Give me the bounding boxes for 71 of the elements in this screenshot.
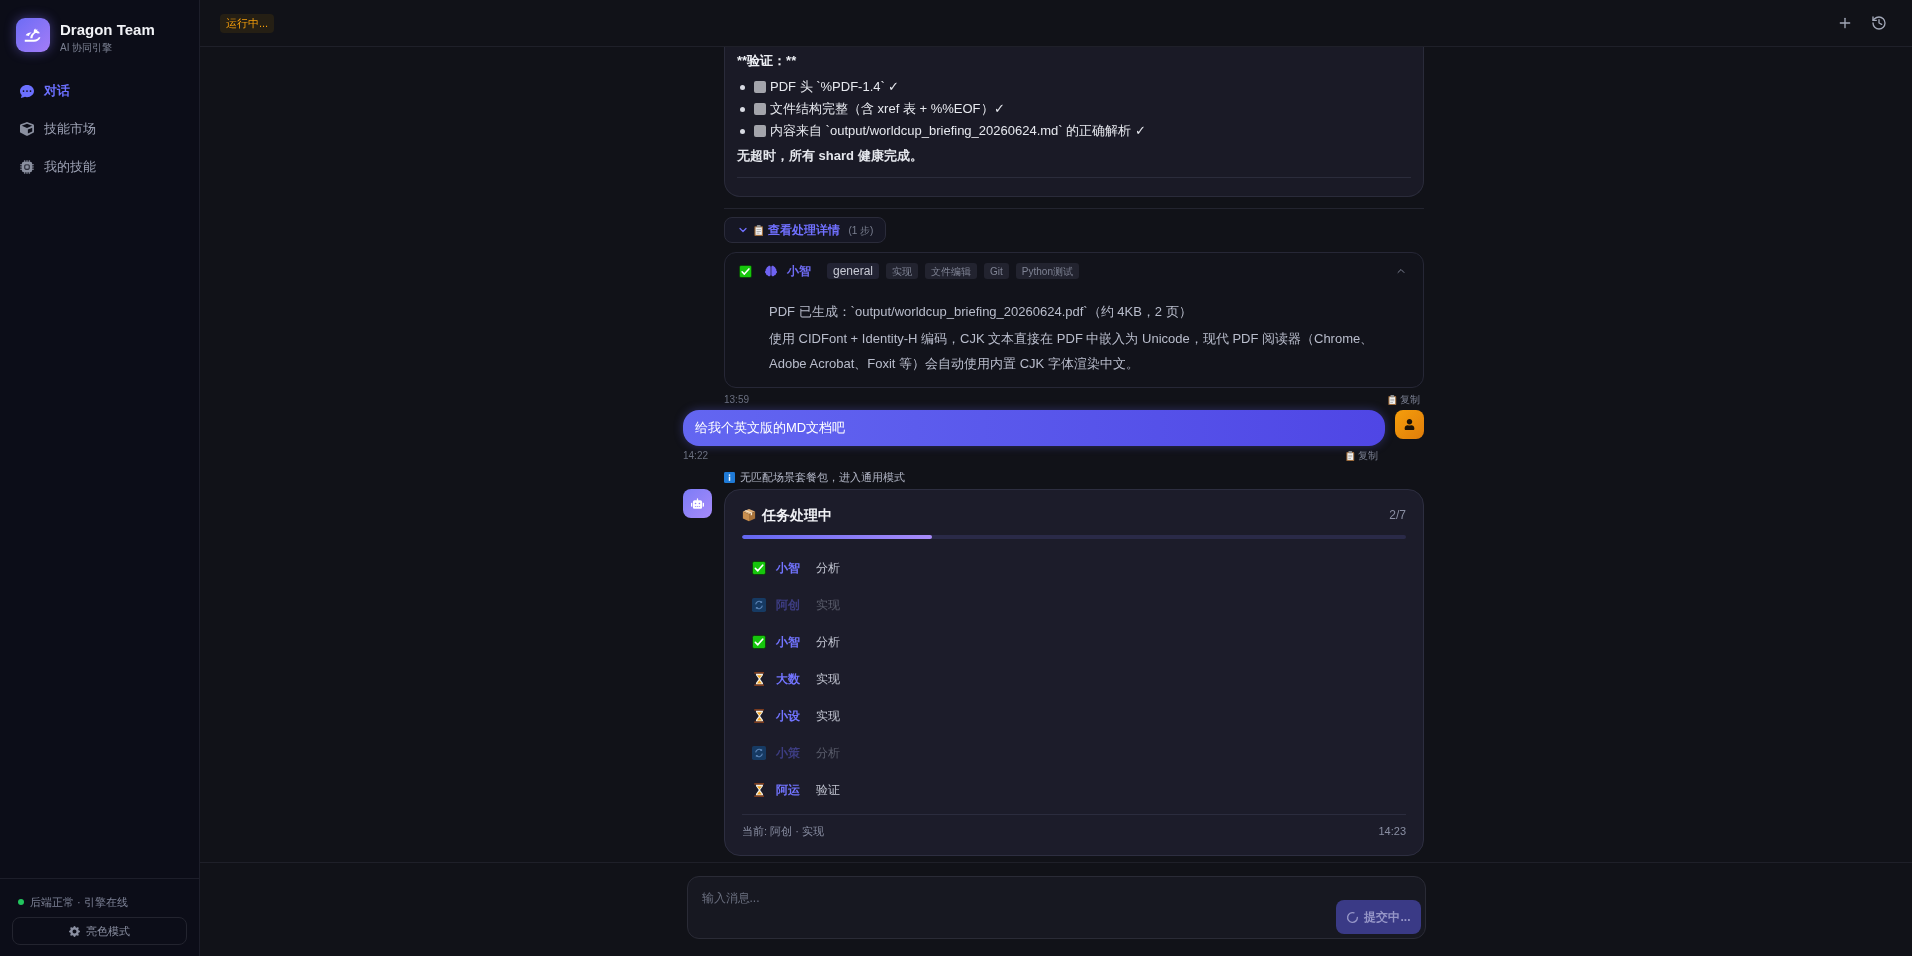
notice-text: 无匹配场景套餐包，进入通用模式 — [740, 470, 905, 485]
task-action: 分析 — [816, 633, 840, 651]
gear-icon — [69, 925, 80, 937]
bullet-icon — [740, 128, 745, 134]
nav-item[interactable]: 对话 — [12, 74, 187, 108]
status-text: 后端正常 · 引擎在线 — [30, 895, 128, 910]
status-badge: 运行中... — [220, 13, 275, 33]
task-action: 实现 — [816, 670, 840, 688]
clipboard-icon — [1346, 451, 1355, 461]
brand-title: Dragon Team — [60, 21, 155, 39]
person-avatar-icon — [1395, 410, 1424, 439]
task-action: 实现 — [816, 707, 840, 725]
info-icon — [724, 471, 735, 483]
details-toggle-button[interactable]: 查看处理详情 (1 步) — [724, 217, 887, 243]
user-message-bubble: 给我个英文版的MD文档吧 — [683, 410, 1385, 446]
app-logo-icon — [16, 18, 50, 52]
theme-toggle-button[interactable]: 亮色模式 — [12, 917, 187, 945]
cube-icon — [20, 122, 34, 136]
current-task-text: 当前: 阿创 · 实现 — [742, 823, 824, 839]
chat-bubble-icon — [20, 84, 34, 98]
task-action: 分析 — [816, 744, 840, 762]
brand-subtitle: AI 协同引擎 — [60, 41, 114, 54]
agent-name: 小智 — [787, 263, 811, 280]
bullet-icon — [740, 106, 745, 112]
clipboard-icon — [754, 224, 764, 236]
copy-button[interactable]: 复制 — [1346, 449, 1378, 463]
agent-name: 阿运 — [776, 781, 800, 799]
skill-tag: Git — [984, 263, 1009, 279]
clipboard-icon — [1388, 395, 1397, 405]
message-input[interactable]: 输入消息... — [687, 877, 1337, 938]
message-heading: **验证：** — [737, 52, 798, 70]
copy-button[interactable]: 复制 — [1388, 393, 1420, 407]
checklist-text: 内容来自 `output/worldcup_briefing_20260624.md` 的正确解析 ✓ — [770, 122, 1146, 140]
agent-name: 大数 — [776, 670, 800, 688]
agent-name: 小设 — [776, 707, 800, 725]
plus-icon[interactable] — [1837, 15, 1853, 31]
spinner-icon — [1346, 910, 1360, 924]
skill-tag: 文件编辑 — [925, 263, 978, 279]
robot-avatar-icon — [683, 489, 712, 518]
timestamp: 14:22 — [683, 449, 709, 463]
brain-icon — [765, 265, 777, 277]
skill-tag: Python测试 — [1015, 263, 1079, 279]
task-action: 分析 — [816, 559, 840, 577]
task-action: 验证 — [816, 781, 840, 799]
agent-name: 小智 — [776, 633, 800, 651]
bullet-icon — [740, 84, 745, 90]
checklist-text: PDF 头 `%PDF-1.4` ✓ — [770, 78, 900, 96]
nav-item[interactable]: 我的技能 — [12, 150, 187, 184]
role-tag: general — [827, 263, 880, 279]
checkbox[interactable] — [754, 125, 766, 137]
chip-icon — [20, 160, 34, 174]
skill-tag: 实现 — [886, 263, 919, 279]
agent-name: 小策 — [776, 744, 800, 762]
checklist-text: 文件结构完整（含 xref 表 + %%EOF）✓ — [770, 100, 1005, 118]
message-text: 无超时，所有 shard 健康完成。 — [737, 147, 924, 165]
timestamp: 13:59 — [724, 393, 750, 407]
package-icon — [742, 508, 756, 522]
history-icon[interactable] — [1871, 15, 1887, 31]
task-title: 任务处理中 — [762, 505, 832, 525]
agent-name: 阿创 — [776, 596, 800, 614]
progress-count: 2/7 — [1389, 507, 1406, 524]
nav-item[interactable]: 技能市场 — [12, 112, 187, 146]
agent-name: 小智 — [776, 559, 800, 577]
message-input-box[interactable]: 输入消息... 提交中... — [686, 876, 1426, 939]
step-output-text: PDF 已生成：`output/worldcup_briefing_20260624.pdf`（约 4KB，2 页） — [769, 303, 1193, 321]
submit-button[interactable]: 提交中... — [1336, 900, 1421, 934]
checkbox[interactable] — [754, 81, 766, 93]
checkbox[interactable] — [754, 103, 766, 115]
timestamp: 14:23 — [1378, 823, 1406, 839]
task-action: 实现 — [816, 596, 840, 614]
step-output-text: 使用 CIDFont + Identity-H 编码，CJK 文本直接在 PDF 中嵌入为 Unicode，现代 PDF 阅读器（Chrome、Adobe Acrobat、Foxit 等）会自动使用内置 CJK 字体渲染中文。 — [769, 330, 1375, 373]
